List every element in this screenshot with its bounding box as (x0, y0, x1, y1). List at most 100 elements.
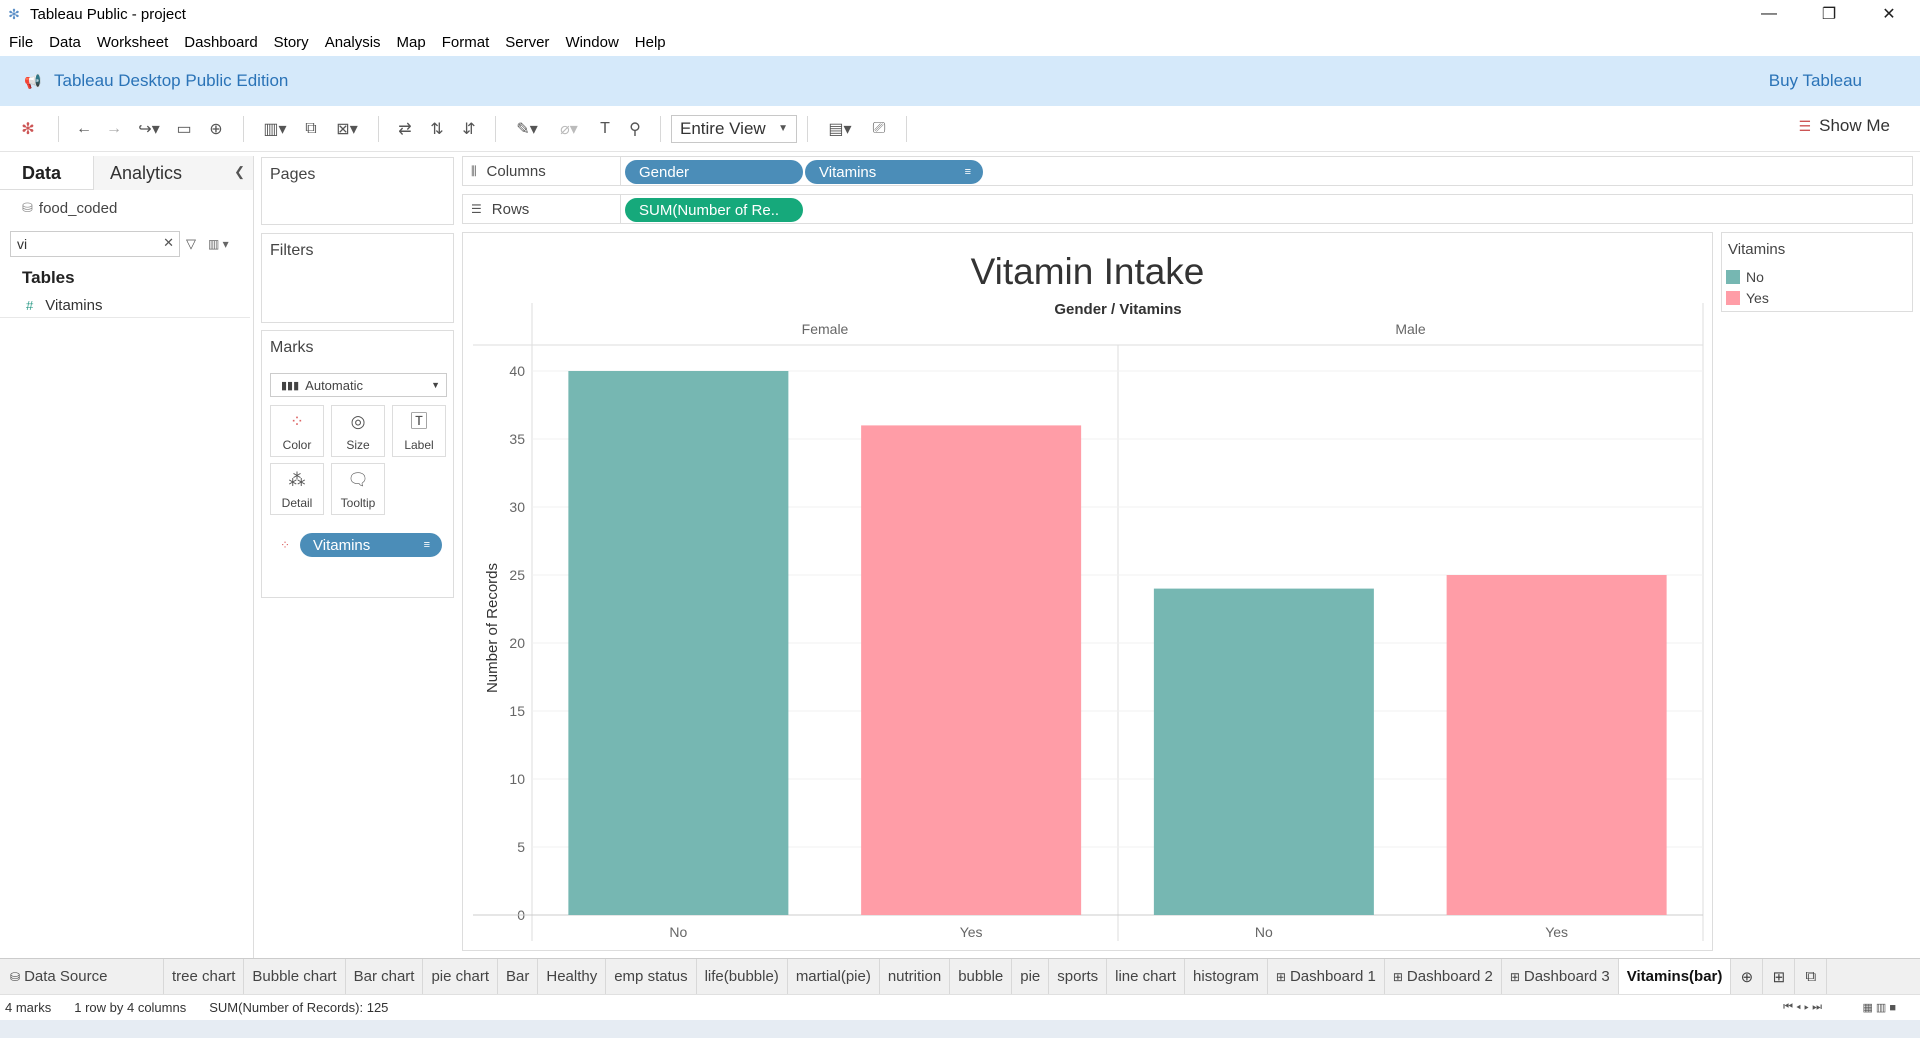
tab-sheet[interactable]: bubble (950, 958, 1013, 995)
legend-label: No (1746, 269, 1764, 285)
toolbar-separator (495, 115, 496, 142)
filters-card[interactable]: Filters (261, 233, 454, 323)
tab-sheet[interactable]: sports (1049, 958, 1108, 995)
collapse-pane-icon[interactable]: ❮ (234, 164, 245, 180)
tab-dashboard[interactable]: ⊞ Dashboard 3 (1502, 958, 1619, 995)
tab-sheet[interactable]: Healthy (538, 958, 607, 995)
tab-sheet[interactable]: emp status (606, 958, 697, 995)
y-tick-label: 15 (509, 703, 525, 719)
chevron-down-icon: ▼ (431, 380, 440, 390)
menu-story[interactable]: Story (273, 32, 310, 53)
group-members-icon[interactable]: ⌀▾ (548, 115, 590, 143)
filter-icon[interactable]: ▽ (186, 236, 196, 252)
show-cards-icon[interactable]: ▤▾ (818, 115, 862, 143)
restore-button[interactable]: ❐ (1806, 0, 1852, 28)
minimize-button[interactable]: — (1746, 0, 1792, 28)
tooltip-button[interactable]: 🗨 Tooltip (331, 463, 385, 515)
tab-sheet[interactable]: martial(pie) (788, 958, 880, 995)
save-icon[interactable]: ▭ (169, 115, 199, 143)
os-taskbar (0, 1020, 1920, 1038)
tab-sheet[interactable]: pie chart (423, 958, 499, 995)
replay-icon[interactable]: ↪▾ (129, 115, 169, 143)
sum-records-pill[interactable]: SUM(Number of Re.. (625, 198, 803, 222)
color-button[interactable]: ⁘ Color (270, 405, 324, 457)
highlight-icon[interactable]: ✎▾ (506, 115, 548, 143)
field-search-input[interactable]: vi ✕ (10, 231, 180, 257)
menu-data[interactable]: Data (48, 32, 82, 53)
view-mode-icon[interactable]: ▦ ▥ ■ (1862, 1001, 1896, 1014)
sort-descending-icon[interactable]: ⇵ (453, 115, 485, 143)
color-vitamins-pill[interactable]: Vitamins ≡ (300, 533, 442, 557)
menu-file[interactable]: File (8, 32, 34, 53)
rows-shelf: ☰ Rows SUM(Number of Re.. (462, 194, 1913, 224)
legend-swatch (1726, 291, 1740, 305)
tooltip-label: Tooltip (340, 496, 376, 510)
pages-card[interactable]: Pages (261, 157, 454, 225)
field-vitamins[interactable]: # Vitamins (0, 294, 250, 318)
redo-icon[interactable]: → (99, 115, 129, 143)
close-button[interactable]: ✕ (1866, 0, 1912, 28)
sheet-tabs: ⛁ Data Source tree chart Bubble chart Ba… (0, 958, 1920, 995)
presentation-mode-icon[interactable]: ⎚ (862, 115, 896, 143)
show-me-button[interactable]: ☰ Show Me (1799, 116, 1890, 136)
tab-sheet[interactable]: nutrition (880, 958, 951, 995)
tab-dashboard[interactable]: ⊞ Dashboard 2 (1385, 958, 1502, 995)
fix-axes-icon[interactable]: ⚲ (620, 115, 650, 143)
buy-tableau-link[interactable]: Buy Tableau (1769, 71, 1862, 91)
tableau-start-icon[interactable]: ✻ (8, 115, 48, 143)
clear-search-icon[interactable]: ✕ (163, 235, 174, 251)
new-worksheet-icon[interactable]: ▥▾ (254, 115, 296, 143)
bar-male-yes (1446, 575, 1667, 915)
legend-item-no[interactable]: No (1726, 269, 1764, 285)
detail-button[interactable]: ⁂ Detail (270, 463, 324, 515)
menu-analysis[interactable]: Analysis (324, 32, 382, 53)
size-button[interactable]: ◎ Size (331, 405, 385, 457)
new-story-icon[interactable]: ⧉ (1795, 958, 1828, 995)
view-options-icon[interactable]: ▥ ▾ (208, 237, 229, 251)
menu-window[interactable]: Window (564, 32, 619, 53)
duplicate-sheet-icon[interactable]: ⧉ (296, 115, 326, 143)
tab-sheet[interactable]: histogram (1185, 958, 1268, 995)
tab-sheet[interactable]: Bar (498, 958, 539, 995)
tab-sheet[interactable]: life(bubble) (697, 958, 788, 995)
fit-value: Entire View (680, 118, 766, 138)
label-button[interactable]: 🅃 Label (392, 405, 446, 457)
tab-data-source[interactable]: ⛁ Data Source (0, 958, 164, 995)
tab-active-sheet[interactable]: Vitamins(bar) (1618, 958, 1732, 995)
pill-label: Gender (639, 163, 690, 181)
new-datasource-icon[interactable]: ⊕ (199, 115, 233, 143)
field-search-row: vi ✕ ▽ ▥ ▾ (0, 228, 253, 260)
y-tick-label: 30 (509, 499, 525, 515)
menu-help[interactable]: Help (634, 32, 667, 53)
tab-dashboard[interactable]: ⊞ Dashboard 1 (1268, 958, 1385, 995)
sheet-navigation-icon[interactable]: ⏮ ◂ ▸ ⏭ (1783, 1001, 1822, 1014)
mark-type-dropdown[interactable]: ▮▮▮ Automatic ▼ (270, 373, 447, 397)
new-worksheet-icon[interactable]: ⊕ (1731, 958, 1764, 995)
menu-worksheet[interactable]: Worksheet (96, 32, 169, 53)
swap-rows-columns-icon[interactable]: ⇄ (389, 115, 421, 143)
x-tick-label: Yes (960, 924, 983, 940)
tab-data[interactable]: Data (0, 156, 94, 190)
tab-sheet[interactable]: Bubble chart (244, 958, 346, 995)
menu-dashboard[interactable]: Dashboard (183, 32, 258, 53)
clear-sheet-icon[interactable]: ⊠▾ (326, 115, 368, 143)
tab-sheet[interactable]: line chart (1107, 958, 1186, 995)
vitamins-column-pill[interactable]: Vitamins ≡ (805, 160, 983, 184)
menu-server[interactable]: Server (504, 32, 550, 53)
show-labels-icon[interactable]: T (590, 115, 620, 143)
undo-icon[interactable]: ← (69, 115, 99, 143)
tab-sheet[interactable]: tree chart (164, 958, 245, 995)
new-dashboard-icon[interactable]: ⊞ (1763, 958, 1796, 995)
tab-sheet[interactable]: pie (1012, 958, 1050, 995)
menu-format[interactable]: Format (441, 32, 491, 53)
menu-bar: File Data Worksheet Dashboard Story Anal… (0, 28, 1920, 56)
tab-sheet[interactable]: Bar chart (346, 958, 424, 995)
fit-dropdown[interactable]: Entire View ▼ (671, 114, 797, 143)
menu-map[interactable]: Map (396, 32, 427, 53)
tab-analytics[interactable]: Analytics (94, 156, 253, 190)
gender-pill[interactable]: Gender (625, 160, 803, 184)
sort-ascending-icon[interactable]: ⇅ (421, 115, 453, 143)
detail-label: Detail (281, 496, 313, 510)
legend-item-yes[interactable]: Yes (1726, 290, 1769, 306)
datasource-item[interactable]: ⛁ food_coded (0, 190, 253, 226)
